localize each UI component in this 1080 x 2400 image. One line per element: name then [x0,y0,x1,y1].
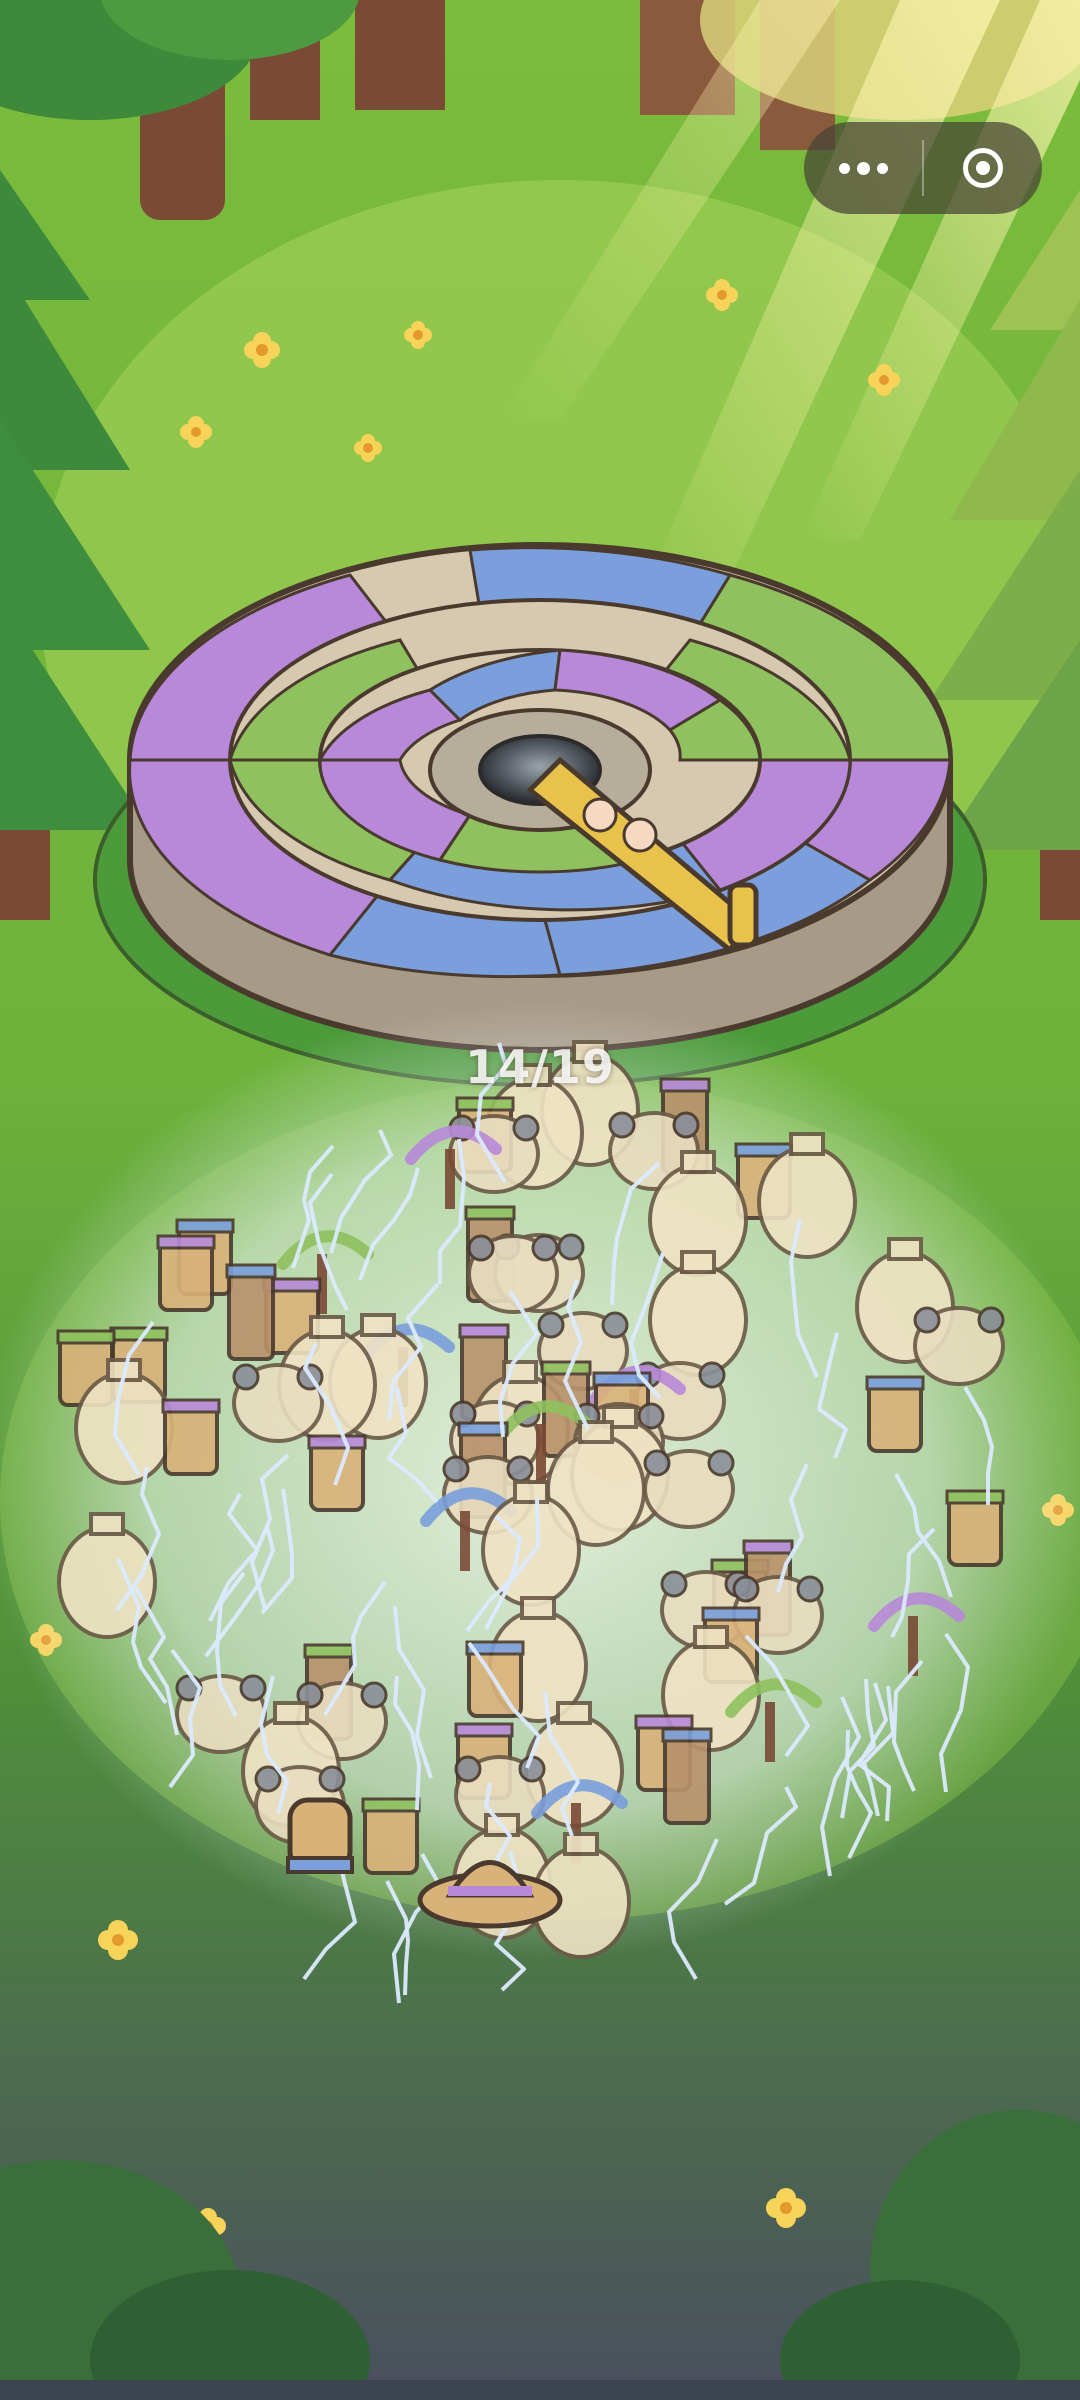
cup-item[interactable] [865,1375,925,1453]
hat-item[interactable] [467,1234,559,1314]
mug-item[interactable] [945,1489,1005,1567]
mug-item[interactable] [361,1797,421,1875]
box-item[interactable] [225,1263,277,1361]
box-item[interactable] [661,1727,713,1825]
game-scene [0,0,1080,2400]
close-button[interactable] [924,122,1042,214]
target-close-icon [963,148,1003,188]
remaining-counter: 14/19 [465,1040,615,1094]
glove-item[interactable] [913,1306,1005,1386]
mug-item[interactable] [156,1234,216,1312]
more-button[interactable] [804,122,922,214]
more-dots-icon [838,161,888,175]
mini-program-capsule [804,122,1042,214]
glove-item[interactable] [286,1797,354,1874]
cup-item[interactable] [307,1434,367,1512]
mug-item[interactable] [161,1398,221,1476]
glove-item[interactable] [643,1449,735,1529]
